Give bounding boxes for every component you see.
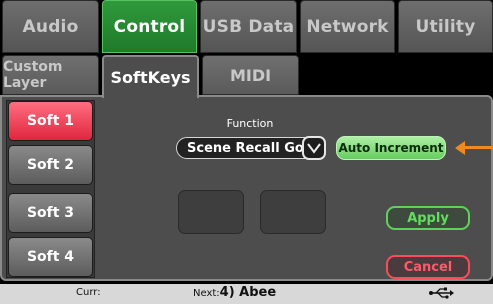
subtab-softkeys[interactable]: SoftKeys: [102, 55, 199, 98]
tab-utility[interactable]: Utility: [398, 0, 493, 53]
tab-network[interactable]: Network: [300, 0, 395, 53]
chevron-down-icon[interactable]: [302, 136, 326, 160]
function-value: Scene Recall Go: [187, 140, 304, 156]
pointer-arrow-line: [461, 146, 493, 149]
apply-button[interactable]: Apply: [386, 206, 470, 230]
subtab-custom-layer[interactable]: Custom Layer: [2, 55, 99, 95]
softkey-2-button[interactable]: Soft 2: [8, 145, 93, 185]
softkey-3-button[interactable]: Soft 3: [8, 193, 93, 233]
tab-audio[interactable]: Audio: [2, 0, 99, 53]
tab-usb-data[interactable]: USB Data: [200, 0, 297, 53]
softkey-1-button[interactable]: Soft 1: [8, 101, 93, 141]
function-select[interactable]: Scene Recall Go: [176, 137, 322, 159]
tab-control[interactable]: Control: [102, 0, 197, 53]
status-bar: Curr: Next:4) Abee: [0, 284, 493, 304]
key-preview-2: [260, 190, 326, 234]
usb-icon: [428, 286, 454, 304]
cancel-button[interactable]: Cancel: [386, 255, 470, 279]
function-label: Function: [226, 117, 274, 130]
next-scene-value: 4) Abee: [219, 285, 277, 300]
current-scene-label: Curr:: [76, 287, 101, 298]
softkey-4-button[interactable]: Soft 4: [8, 237, 93, 277]
next-scene: Next:4) Abee: [193, 285, 276, 300]
key-preview-1: [178, 190, 244, 234]
auto-increment-button[interactable]: Auto Increment: [336, 136, 446, 160]
next-scene-label: Next:: [193, 288, 220, 299]
subtab-midi[interactable]: MIDI: [202, 55, 299, 95]
